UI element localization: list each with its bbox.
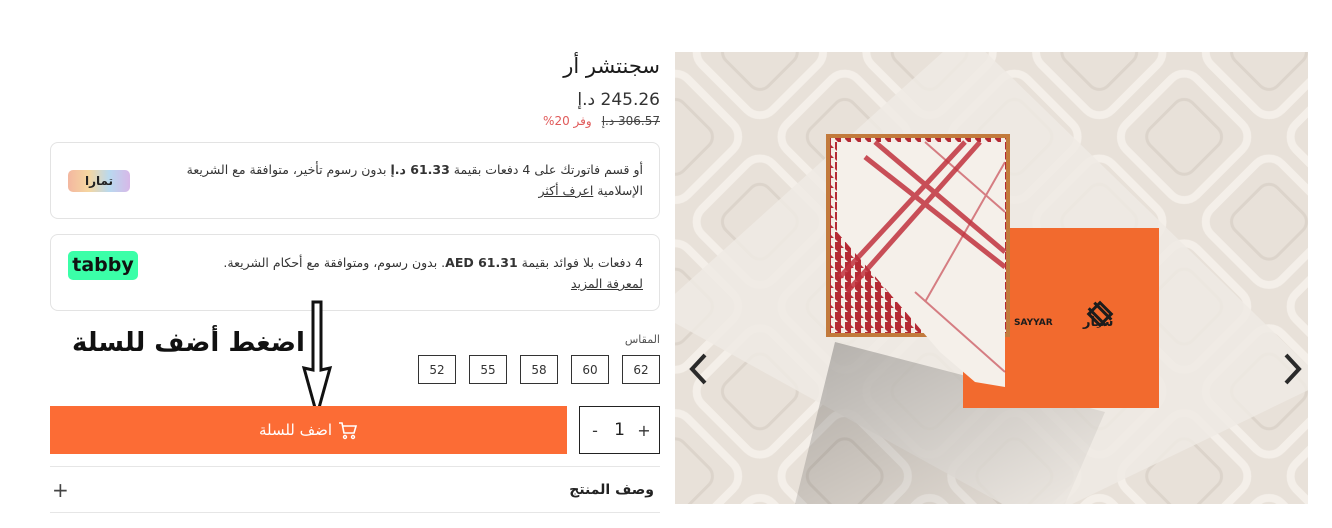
- tabby-text-before: 4 دفعات بلا فوائد بقيمة: [517, 255, 643, 270]
- chevron-left-icon: [689, 353, 707, 385]
- prev-image-button[interactable]: [683, 348, 713, 390]
- quantity-value[interactable]: 1: [614, 420, 625, 440]
- size-option[interactable]: 52: [418, 355, 456, 384]
- old-price-row: 306.57 د.إ وفر 20%: [543, 114, 660, 128]
- tabby-card: 4 دفعات بلا فوائد بقيمة AED 61.31. بدون …: [50, 234, 660, 311]
- save-badge: وفر 20%: [543, 114, 592, 128]
- next-image-button[interactable]: [1278, 348, 1308, 390]
- tamara-text-before: أو قسم فاتورتك على 4 دفعات بقيمة: [449, 162, 643, 177]
- size-option[interactable]: 55: [469, 355, 507, 384]
- divider: [50, 466, 660, 467]
- chevron-right-icon: [1284, 353, 1302, 385]
- quantity-decrease-button[interactable]: -: [588, 421, 602, 440]
- annotation-arrow-icon: [301, 300, 333, 418]
- tamara-logo: تمارا: [68, 170, 130, 192]
- quantity-increase-button[interactable]: +: [637, 421, 651, 440]
- divider: [50, 512, 660, 513]
- product-image: سيار SAYYAR: [675, 52, 1308, 504]
- size-option[interactable]: 62: [622, 355, 660, 384]
- svg-text:SAYYAR: SAYYAR: [1014, 318, 1053, 328]
- size-options: 62 60 58 55 52: [418, 355, 660, 384]
- tabby-amount: AED 61.31: [445, 255, 518, 270]
- product-price: 245.26 د.إ: [577, 90, 660, 110]
- size-label: المقاس: [624, 333, 660, 346]
- tabby-text-after: . بدون رسوم، ومتوافقة مع أحكام الشريعة.: [223, 255, 446, 270]
- tamara-text: أو قسم فاتورتك على 4 دفعات بقيمة 61.33 د…: [143, 159, 643, 201]
- tamara-amount: 61.33 د.إ: [390, 162, 450, 177]
- tamara-learn-more-link[interactable]: اعرف أكثر: [538, 183, 593, 198]
- annotation-text: اضغط أضف للسلة: [72, 328, 305, 358]
- cart-icon: [339, 422, 358, 440]
- size-option[interactable]: 60: [571, 355, 609, 384]
- product-description-toggle[interactable]: وصف المنتج: [569, 482, 654, 498]
- add-to-cart-button[interactable]: اضف للسلة: [50, 406, 567, 454]
- product-title: سجنتشر أر: [563, 54, 660, 78]
- size-option[interactable]: 58: [520, 355, 558, 384]
- old-price: 306.57 د.إ: [601, 114, 660, 128]
- tabby-learn-more-link[interactable]: لمعرفة المزيد: [571, 276, 643, 291]
- tabby-text: 4 دفعات بلا فوائد بقيمة AED 61.31. بدون …: [173, 252, 643, 294]
- expand-plus-icon[interactable]: +: [52, 478, 69, 502]
- tamara-card: أو قسم فاتورتك على 4 دفعات بقيمة 61.33 د…: [50, 142, 660, 219]
- add-to-cart-label: اضف للسلة: [258, 421, 333, 439]
- tabby-logo: tabby: [68, 251, 138, 280]
- quantity-stepper: - 1 +: [579, 406, 660, 454]
